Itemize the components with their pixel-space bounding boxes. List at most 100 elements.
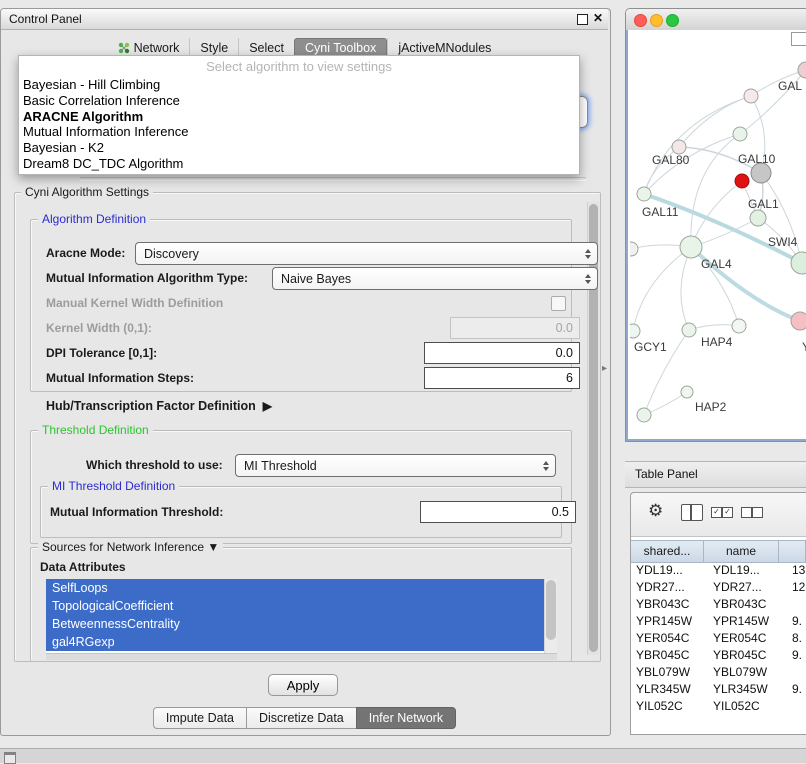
manual-kernel-checkbox[interactable] [551,296,566,311]
network-node[interactable] [798,62,806,78]
network-node[interactable] [672,140,686,154]
network-edge[interactable] [681,247,691,330]
table-cell: YIL052C [708,698,787,715]
network-node[interactable] [791,312,806,330]
table-panel-header[interactable]: Table Panel [625,461,806,488]
window-restore-icon[interactable] [4,752,16,764]
minimize-traffic-light[interactable] [650,14,663,27]
table-row[interactable]: YER054CYER054C8. [631,630,806,647]
attribute-item-selected[interactable]: gal4RGexp [46,633,551,651]
network-node[interactable] [735,174,749,188]
table-row[interactable]: YIL052CYIL052C [631,698,806,715]
gear-icon[interactable]: ⚙ [648,501,663,521]
mi-threshold-group-title: MI Threshold Definition [48,479,179,493]
network-node[interactable] [791,252,806,274]
algorithm-dropdown-popup: Select algorithm to view settings Bayesi… [18,55,580,175]
checked-box-icon[interactable]: ✓ [722,507,733,518]
unchecked-box-icon[interactable] [752,507,763,518]
table-row[interactable]: YBL079WYBL079W [631,664,806,681]
hub-definition-disclosure[interactable]: Hub/Transcription Factor Definition ▶ [46,399,272,413]
attribute-list-hscrollbar[interactable] [46,653,557,660]
tab-select-label: Select [249,41,284,55]
panel-collapse-handle[interactable]: ▸ [602,363,607,374]
dpi-tolerance-field[interactable] [424,342,580,364]
mi-steps-label: Mutual Information Steps: [46,371,194,385]
network-node-label: GAL4 [701,257,732,271]
table-cell: 8. [787,630,806,647]
mi-steps-field[interactable] [424,367,580,389]
table-cell: 9. [787,613,806,630]
network-window-titlebar[interactable] [626,9,806,31]
network-node-label: GCY1 [634,340,667,354]
network-node[interactable] [630,324,640,338]
table-cell: 9. [787,647,806,664]
network-canvas[interactable]: GALGAL80GAL10GAL11GAL1SWI4GAL4GCY1HAP4HA… [626,30,806,441]
tab-jactivemnodules-label: jActiveMNodules [398,41,491,55]
apply-button[interactable]: Apply [268,674,338,696]
algorithm-option[interactable]: Bayesian - Hill Climbing [19,77,579,93]
sources-group-title[interactable]: Sources for Network Inference ▼ [38,540,223,554]
network-node[interactable] [681,386,693,398]
table-header-cell[interactable] [779,540,806,563]
network-edge[interactable] [689,325,739,330]
unchecked-box-icon[interactable] [741,507,752,518]
attribute-item-selected[interactable]: SelfLoops [46,579,551,597]
tab-discretize-data[interactable]: Discretize Data [246,707,357,729]
which-threshold-combo[interactable]: MI Threshold [235,454,556,477]
kernel-width-field[interactable] [450,317,580,339]
attribute-item-selected[interactable]: TopologicalCoefficient [46,597,551,615]
table-row[interactable]: YPR145WYPR145W9. [631,613,806,630]
table-row[interactable]: YDL19...YDL19...13 [631,562,806,579]
tab-infer-network[interactable]: Infer Network [356,707,456,729]
algorithm-definition-title: Algorithm Definition [38,212,150,226]
algorithm-option[interactable]: Basic Correlation Inference [19,93,579,109]
table-row[interactable]: YBR043CYBR043C [631,596,806,613]
checked-box-icon[interactable]: ✓ [711,507,722,518]
table-row[interactable]: YLR345WYLR345W9. [631,681,806,698]
close-icon[interactable]: ✕ [593,11,603,25]
table-header-cell[interactable]: name [704,540,779,563]
close-traffic-light[interactable] [634,14,647,27]
mi-type-combo[interactable]: Naive Bayes [272,267,598,290]
table-cell: YPR145W [708,613,787,630]
threshold-definition-title: Threshold Definition [38,423,153,437]
table-row[interactable]: YBR045CYBR045C9. [631,647,806,664]
table-row[interactable]: YDR27...YDR27...12 [631,579,806,596]
birdseye-toggle[interactable] [791,32,806,46]
table-cell: YER054C [631,630,708,647]
status-bar [0,748,806,763]
disclosure-right-icon: ▶ [263,399,272,413]
attribute-item-selected[interactable]: BetweennessCentrality [46,615,551,633]
network-node[interactable] [637,187,651,201]
network-node[interactable] [680,236,702,258]
algorithm-option-selected[interactable]: ARACNE Algorithm [19,109,579,125]
mi-threshold-label: Mutual Information Threshold: [50,505,223,519]
attribute-list-scrollbar[interactable] [544,579,557,653]
tab-impute-data[interactable]: Impute Data [153,707,247,729]
algorithm-option[interactable]: Dream8 DC_TDC Algorithm [19,156,579,172]
table-header-cell[interactable]: shared... [631,540,704,563]
network-node[interactable] [733,127,747,141]
network-edge[interactable] [633,247,691,331]
table-body: YDL19...YDL19...13YDR27...YDR27...12YBR0… [631,562,806,715]
network-edge[interactable] [761,173,802,263]
network-node[interactable] [744,89,758,103]
aracne-mode-combo[interactable]: Discovery [135,242,598,265]
attribute-list-scrollbar-thumb[interactable] [546,580,556,640]
network-node-label: SWI4 [768,235,798,249]
algorithm-option[interactable]: Mutual Information Inference [19,124,579,140]
control-panel-title: Control Panel [9,12,82,26]
float-window-icon[interactable] [577,14,588,25]
control-panel-titlebar[interactable]: Control Panel ✕ [1,9,608,30]
algorithm-option[interactable]: Bayesian - K2 [19,140,579,156]
columns-icon[interactable] [681,504,703,521]
zoom-traffic-light[interactable] [666,14,679,27]
network-node[interactable] [751,163,771,183]
network-node[interactable] [682,323,696,337]
hub-definition-label: Hub/Transcription Factor Definition [46,399,256,413]
mi-threshold-field[interactable] [420,501,576,523]
network-node[interactable] [637,408,651,422]
network-node[interactable] [750,210,766,226]
network-node[interactable] [630,242,638,256]
network-node[interactable] [732,319,746,333]
